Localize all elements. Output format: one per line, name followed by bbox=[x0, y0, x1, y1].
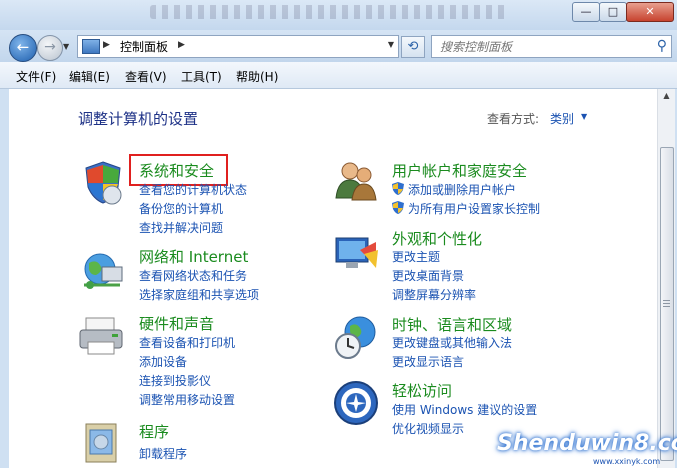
category-system-security[interactable]: 系统和安全 bbox=[139, 160, 214, 181]
close-button[interactable]: ✕ bbox=[626, 2, 674, 22]
maximize-button[interactable]: □ bbox=[599, 2, 627, 22]
page-title: 调整计算机的设置 bbox=[78, 110, 199, 128]
uac-shield-icon bbox=[392, 201, 404, 214]
link-network-status[interactable]: 查看网络状态和任务 bbox=[139, 267, 247, 284]
category-clock-language[interactable]: 时钟、语言和区域 bbox=[392, 314, 512, 335]
link-keyboard-input[interactable]: 更改键盘或其他输入法 bbox=[392, 334, 512, 351]
category-ease-of-access[interactable]: 轻松访问 bbox=[392, 380, 452, 401]
link-homegroup-sharing[interactable]: 选择家庭组和共享选项 bbox=[139, 286, 259, 303]
grip-icon bbox=[663, 300, 670, 308]
clock-globe-icon[interactable] bbox=[334, 314, 380, 362]
view-by-dropdown-icon[interactable]: ▼ bbox=[581, 112, 587, 121]
vertical-scrollbar[interactable]: ▲ bbox=[657, 89, 675, 468]
menu-edit[interactable]: 编辑(E) bbox=[69, 68, 110, 85]
uac-shield-icon bbox=[392, 182, 404, 195]
programs-icon[interactable] bbox=[82, 420, 124, 466]
breadcrumb-separator-icon[interactable]: ▶ bbox=[178, 40, 185, 50]
watermark-url: www.xxinyk.com bbox=[593, 457, 661, 466]
title-bar: — □ ✕ bbox=[0, 0, 677, 30]
minimize-button[interactable]: — bbox=[572, 2, 600, 22]
link-uninstall-program[interactable]: 卸载程序 bbox=[139, 445, 187, 462]
link-parental-controls[interactable]: 为所有用户设置家长控制 bbox=[408, 200, 540, 217]
view-by-label: 查看方式: bbox=[487, 112, 540, 126]
link-screen-resolution[interactable]: 调整屏幕分辨率 bbox=[392, 286, 476, 303]
menu-file[interactable]: 文件(F) bbox=[16, 68, 56, 85]
search-icon[interactable]: ⚲ bbox=[657, 38, 667, 54]
address-bar[interactable]: ▶ 控制面板 ▶ ▼ bbox=[77, 35, 399, 58]
recent-pages-dropdown[interactable]: ▼ bbox=[63, 42, 69, 51]
menu-view[interactable]: 查看(V) bbox=[125, 68, 167, 85]
link-display-language[interactable]: 更改显示语言 bbox=[392, 353, 464, 370]
watermark: Shenduwin8.com www.xxinyk.com bbox=[497, 423, 677, 468]
link-add-device[interactable]: 添加设备 bbox=[139, 353, 187, 370]
link-devices-printers[interactable]: 查看设备和打印机 bbox=[139, 334, 235, 351]
network-globe-icon[interactable] bbox=[80, 249, 126, 295]
menu-help[interactable]: 帮助(H) bbox=[236, 68, 278, 85]
link-recommended-settings[interactable]: 使用 Windows 建议的设置 bbox=[392, 401, 537, 418]
link-mobility-settings[interactable]: 调整常用移动设置 bbox=[139, 391, 235, 408]
breadcrumb-separator-icon[interactable]: ▶ bbox=[103, 40, 110, 50]
back-button[interactable]: ← bbox=[9, 34, 37, 62]
link-connect-projector[interactable]: 连接到投影仪 bbox=[139, 372, 211, 389]
printer-icon[interactable] bbox=[78, 314, 126, 358]
category-network-internet[interactable]: 网络和 Internet bbox=[139, 246, 248, 267]
display-palette-icon[interactable] bbox=[332, 232, 380, 276]
view-by-dropdown[interactable]: 类别 bbox=[550, 110, 574, 127]
menu-bar: 文件(F) 编辑(E) 查看(V) 工具(T) 帮助(H) bbox=[0, 62, 677, 89]
forward-button[interactable]: → bbox=[37, 35, 63, 61]
link-optimize-video[interactable]: 优化视频显示 bbox=[392, 420, 464, 437]
search-input[interactable] bbox=[432, 36, 652, 57]
link-troubleshoot[interactable]: 查找并解决问题 bbox=[139, 219, 223, 236]
breadcrumb-control-panel[interactable]: 控制面板 bbox=[120, 38, 168, 55]
link-change-theme[interactable]: 更改主题 bbox=[392, 248, 440, 265]
link-add-remove-accounts[interactable]: 添加或删除用户帐户 bbox=[408, 181, 516, 198]
category-hardware-sound[interactable]: 硬件和声音 bbox=[139, 313, 214, 334]
category-user-accounts[interactable]: 用户帐户和家庭安全 bbox=[392, 160, 527, 181]
link-backup-computer[interactable]: 备份您的计算机 bbox=[139, 200, 223, 217]
accessibility-icon[interactable] bbox=[332, 380, 380, 426]
search-box[interactable]: ⚲ bbox=[431, 35, 672, 58]
address-dropdown-icon[interactable]: ▼ bbox=[388, 40, 394, 49]
link-view-computer-status[interactable]: 查看您的计算机状态 bbox=[139, 181, 247, 198]
category-appearance[interactable]: 外观和个性化 bbox=[392, 228, 482, 249]
menu-tools[interactable]: 工具(T) bbox=[181, 68, 222, 85]
refresh-button[interactable]: ⟲ bbox=[401, 36, 425, 58]
link-desktop-background[interactable]: 更改桌面背景 bbox=[392, 267, 464, 284]
title-bar-blur bbox=[150, 5, 510, 19]
scrollbar-thumb[interactable] bbox=[660, 147, 674, 461]
users-icon[interactable] bbox=[332, 158, 380, 204]
watermark-text: Shenduwin8.com bbox=[497, 431, 677, 456]
category-programs[interactable]: 程序 bbox=[139, 421, 169, 442]
scroll-up-icon[interactable]: ▲ bbox=[658, 91, 675, 105]
security-shield-icon[interactable] bbox=[80, 159, 126, 205]
control-panel-icon bbox=[82, 39, 100, 54]
